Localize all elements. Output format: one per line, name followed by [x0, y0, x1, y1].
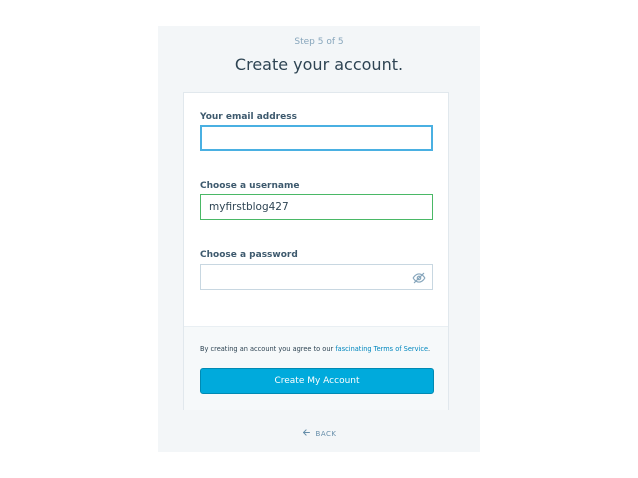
form-footer: By creating an account you agree to our … [184, 326, 448, 410]
username-label: Choose a username [200, 181, 300, 191]
back-label: BACK [315, 429, 337, 438]
step-indicator: Step 5 of 5 [294, 37, 344, 47]
email-label: Your email address [200, 112, 297, 122]
page-title: Create your account. [234, 55, 404, 74]
terms-prefix: By creating an account you agree to our [200, 345, 336, 353]
email-field[interactable] [200, 125, 433, 151]
signup-panel: Step 5 of 5 Create your account. Your em… [158, 26, 480, 452]
eye-slash-icon[interactable] [412, 271, 426, 285]
create-account-button[interactable]: Create My Account [200, 368, 434, 394]
terms-suffix: . [428, 345, 431, 353]
username-field[interactable] [200, 194, 433, 220]
password-label: Choose a password [200, 250, 298, 260]
terms-of-service-link[interactable]: fascinating Terms of Service [335, 345, 428, 353]
terms-text: By creating an account you agree to our … [200, 345, 440, 353]
signup-form-card: Your email address Choose a username Cho… [183, 92, 449, 410]
password-field-wrapper [200, 264, 433, 290]
arrow-left-icon [302, 428, 311, 439]
back-button[interactable]: BACK [158, 428, 480, 439]
password-field[interactable] [201, 265, 417, 289]
